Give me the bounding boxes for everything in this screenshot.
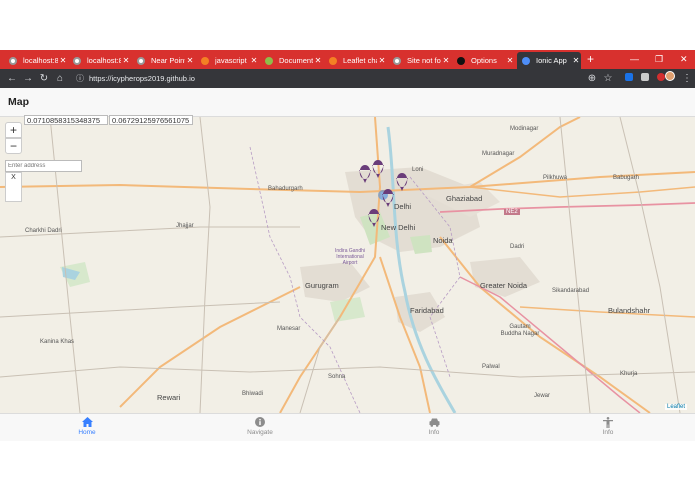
home-browser-icon[interactable]: ⌂ <box>53 69 67 88</box>
location-icon[interactable]: ⊕ <box>585 69 599 88</box>
close-window-button[interactable]: ✕ <box>680 52 688 67</box>
map-label: Noida <box>433 236 453 245</box>
map-label: Babugarh <box>613 175 640 181</box>
leaf-icon <box>265 56 273 65</box>
browser-tab[interactable]: localhost:8 ✕ <box>4 52 68 69</box>
globe-icon <box>137 56 145 65</box>
map-attribution[interactable]: Leaflet <box>665 404 688 410</box>
zoom-out-button[interactable]: − <box>5 138 22 154</box>
close-icon[interactable]: ✕ <box>377 56 387 65</box>
map-label: Charkhi Dadri <box>25 228 62 234</box>
map-label: Bhiwadi <box>242 391 264 397</box>
close-icon[interactable]: ✕ <box>58 56 68 65</box>
map-marker[interactable] <box>372 160 384 178</box>
map-label: Gautam Buddha Nagar <box>500 324 540 337</box>
close-icon[interactable]: ✕ <box>249 56 259 65</box>
car-icon <box>399 415 469 429</box>
globe-icon <box>73 56 81 65</box>
stackoverflow-icon <box>201 56 209 65</box>
extension-icon[interactable] <box>638 69 652 88</box>
close-icon[interactable]: ✕ <box>571 56 581 65</box>
map-label: Sohna <box>328 374 346 380</box>
browser-tab[interactable]: javascript ✕ <box>196 52 259 69</box>
map-label: Sikandarabad <box>552 288 590 294</box>
info-circle-icon <box>225 415 295 429</box>
address-bar[interactable]: https://icypherops2019.github.io <box>89 69 195 88</box>
map-label: Jewar <box>534 393 551 399</box>
page-margin-top <box>0 0 695 50</box>
minimize-button[interactable]: — <box>630 52 639 67</box>
browser-tab[interactable]: Near Point ✕ <box>132 52 195 69</box>
avatar[interactable] <box>663 69 677 88</box>
map-label: Rewari <box>157 393 181 402</box>
page-margin-bottom <box>0 441 695 494</box>
highway-shield: NE2 <box>504 209 520 215</box>
reload-icon[interactable]: ↻ <box>37 69 51 88</box>
star-icon[interactable]: ☆ <box>601 69 615 88</box>
browser-tab[interactable]: localhost:8 ✕ <box>68 52 131 69</box>
app-header <box>0 88 695 117</box>
maximize-button[interactable]: ❐ <box>655 52 663 67</box>
browser-tab-active[interactable]: Ionic App ✕ <box>517 52 581 69</box>
browser-tab[interactable]: Documenta ✕ <box>260 52 323 69</box>
stackoverflow-icon <box>329 56 337 65</box>
map-label: Faridabad <box>410 306 444 315</box>
close-icon[interactable]: ✕ <box>441 56 451 65</box>
map-marker[interactable] <box>396 173 408 191</box>
browser-tab[interactable]: Leaflet chai ✕ <box>324 52 387 69</box>
map-label: Khurja <box>620 371 638 377</box>
back-icon[interactable]: ← <box>5 69 19 88</box>
map-label: Delhi <box>394 202 412 211</box>
map-label: Jhajjar <box>176 223 194 229</box>
page-title: Map <box>8 96 29 108</box>
map-marker[interactable] <box>368 209 380 227</box>
close-icon[interactable]: ✕ <box>505 56 515 65</box>
map-label: Modinagar <box>510 126 539 132</box>
ionic-icon <box>522 56 530 65</box>
globe-icon <box>393 56 401 65</box>
new-tab-button[interactable]: + <box>587 52 594 67</box>
latitude-display: 0.0710858315348375 <box>24 115 108 125</box>
accessibility-icon <box>573 415 643 429</box>
home-icon <box>52 415 122 429</box>
map-label: New Delhi <box>381 223 416 232</box>
map-label: Pilkhuwa <box>543 175 568 181</box>
map-label: Muradnagar <box>482 151 515 157</box>
longitude-display: 0.06729125976561075 <box>109 115 193 125</box>
map-label: Loni <box>412 167 424 173</box>
map-label: Greater Noida <box>480 281 528 290</box>
browser-tab[interactable]: Options ✕ <box>452 52 515 69</box>
close-icon[interactable]: ✕ <box>313 56 323 65</box>
clear-address-button[interactable]: X <box>5 174 22 181</box>
map-label: Indira Gandhi International Airport <box>334 248 366 266</box>
zoom-in-button[interactable]: + <box>5 122 22 138</box>
info-icon[interactable]: ⓘ <box>73 69 87 88</box>
browser-tab[interactable]: Site not fou ✕ <box>388 52 451 69</box>
close-icon[interactable]: ✕ <box>185 56 195 65</box>
map-marker[interactable] <box>382 189 394 207</box>
close-icon[interactable]: ✕ <box>121 56 131 65</box>
forward-icon[interactable]: → <box>21 69 35 88</box>
globe-icon <box>9 56 17 65</box>
map-label: Manesar <box>277 326 301 332</box>
map-label: Palwal <box>482 364 500 370</box>
map-label: Ghaziabad <box>446 194 483 203</box>
tab-home[interactable]: Home <box>52 415 122 436</box>
github-icon <box>457 56 465 65</box>
extension-icon[interactable] <box>622 69 636 88</box>
tab-info-accessibility[interactable]: Info <box>573 415 643 436</box>
map-label: Bahadurgarh <box>268 186 303 192</box>
map-label: Bulandshahr <box>608 306 651 315</box>
map-marker[interactable] <box>359 165 371 183</box>
tab-navigate[interactable]: Navigate <box>225 415 295 436</box>
map-label: Kanina Khas <box>40 339 75 345</box>
map-label: Gurugram <box>305 281 339 290</box>
tab-info[interactable]: Info <box>399 415 469 436</box>
map-label: Dadri <box>510 244 525 250</box>
address-input[interactable] <box>5 160 82 172</box>
menu-icon[interactable]: ⋮ <box>680 69 694 88</box>
